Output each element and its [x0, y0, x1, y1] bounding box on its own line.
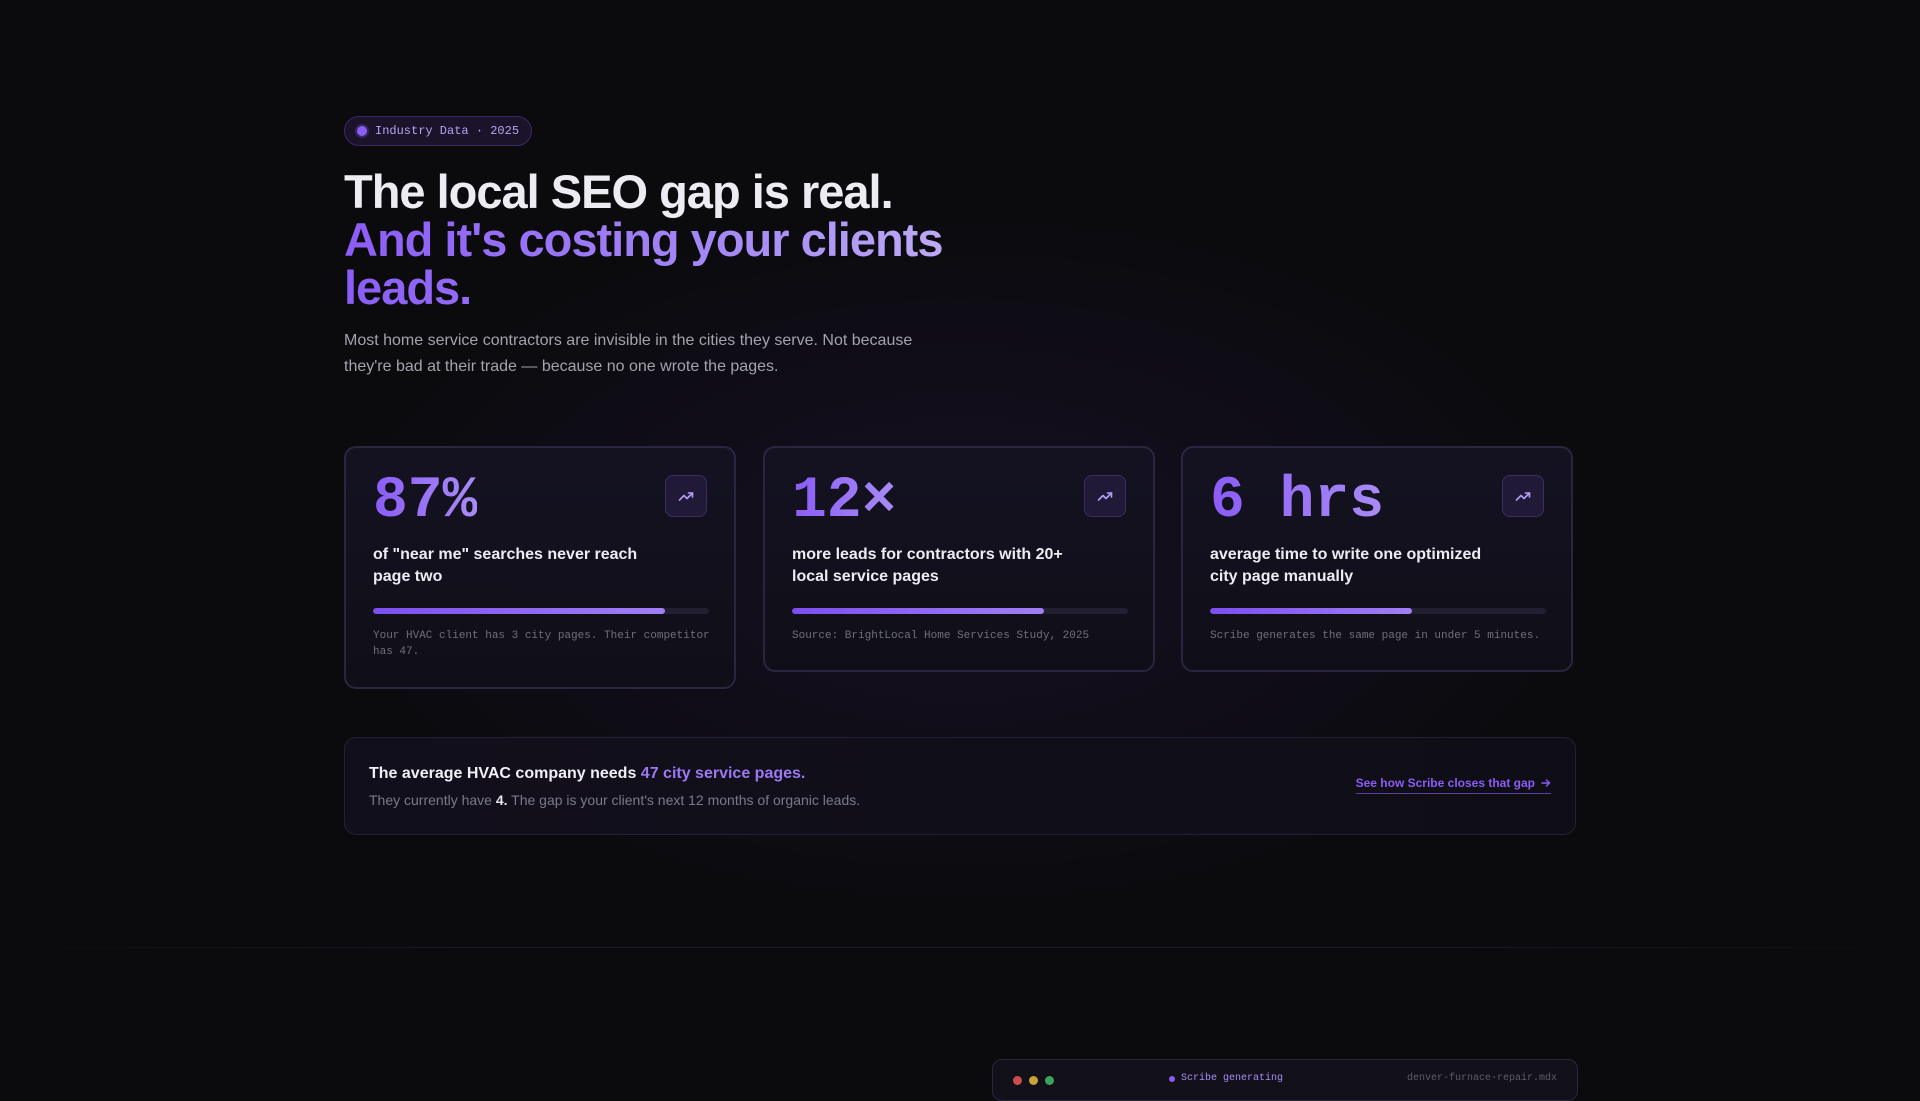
callout-sub-suffix: The gap is your client's next 12 months … — [507, 792, 861, 808]
status-dot-icon — [1169, 1075, 1175, 1082]
callout-sub-bold: 4. — [495, 792, 508, 808]
industry-data-badge: Industry Data · 2025 — [344, 116, 533, 146]
hvac-gap-callout: The average HVAC company needs 47 city s… — [344, 737, 1576, 835]
section-divider — [0, 947, 1920, 948]
stat-value: 12× — [792, 469, 897, 534]
hero-subtext: Most home service contractors are invisi… — [344, 332, 913, 375]
generation-status-label: Scribe generating — [1181, 1073, 1284, 1084]
headline-line-2: And it's costing your clients leads. — [344, 216, 1044, 312]
badge-dot-icon — [357, 126, 367, 136]
stat-progress-bar — [792, 608, 1128, 614]
stat-value: 6 hrs — [1210, 469, 1385, 534]
stat-card-writing-time: 6 hrs average time to write one optimize… — [1181, 446, 1573, 672]
window-file-name: denver-furnace-repair.mdx — [1406, 1073, 1557, 1084]
stat-progress-fill — [373, 608, 666, 614]
page-headline: The local SEO gap is real. And it's cost… — [344, 168, 1044, 312]
stat-note: Scribe generates the same page in under … — [1210, 630, 1541, 642]
stat-progress-bar — [373, 608, 709, 614]
stat-card-more-leads: 12× more leads for contractors with 20+ … — [763, 446, 1155, 672]
stat-note: Source: BrightLocal Home Services Study,… — [792, 630, 1090, 642]
stat-card-near-me: 87% of "near me" searches never reach pa… — [344, 446, 736, 689]
stat-label: average time to write one optimized city… — [1210, 546, 1482, 585]
callout-subtext: They currently have 4. The gap is your c… — [369, 792, 860, 808]
window-maximize-dot — [1045, 1076, 1054, 1085]
scribe-preview-window: Scribe generating denver-furnace-repair.… — [992, 1059, 1578, 1101]
generation-status: Scribe generating — [1169, 1073, 1283, 1084]
callout-title: The average HVAC company needs 47 city s… — [369, 765, 805, 783]
callout-title-prefix: The average HVAC company needs — [369, 765, 641, 782]
trend-up-icon — [665, 475, 707, 517]
callout-sub-prefix: They currently have — [369, 792, 496, 808]
window-minimize-dot — [1029, 1076, 1038, 1085]
trend-up-icon — [1502, 475, 1544, 517]
stats-grid: 87% of "near me" searches never reach pa… — [344, 446, 1576, 691]
callout-link-label: See how Scribe closes that gap — [1355, 776, 1535, 790]
see-how-scribe-link[interactable]: See how Scribe closes that gap — [1355, 776, 1551, 794]
stat-progress-fill — [1210, 608, 1412, 614]
trend-up-icon — [1084, 475, 1126, 517]
stat-note: Your HVAC client has 3 city pages. Their… — [373, 630, 710, 658]
badge-label: Industry Data · 2025 — [375, 124, 520, 138]
headline-line-1: The local SEO gap is real. — [344, 165, 894, 218]
arrow-right-icon — [1541, 779, 1551, 787]
stat-label: more leads for contractors with 20+ loca… — [792, 546, 1063, 585]
stat-progress-fill — [792, 608, 1044, 614]
stat-label: of "near me" searches never reach page t… — [373, 546, 638, 585]
window-close-dot — [1013, 1076, 1022, 1085]
stat-value: 87% — [373, 469, 478, 534]
stat-progress-bar — [1210, 608, 1546, 614]
callout-title-highlight: 47 city service pages. — [640, 765, 806, 782]
